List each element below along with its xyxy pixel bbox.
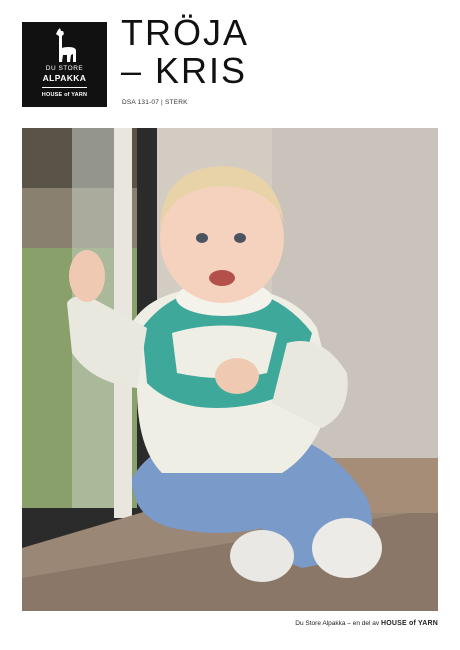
alpaca-icon xyxy=(56,28,76,62)
brand-logo: DU STORE ALPAKKA HOUSE of YARN xyxy=(22,22,107,107)
logo-divider xyxy=(42,87,87,88)
logo-line-du-store: DU STORE xyxy=(45,65,84,72)
logo-line-alpakka: ALPAKKA xyxy=(42,73,87,83)
title-line-2: – KRIS xyxy=(121,50,248,91)
title-line-1: TRÖJA xyxy=(121,12,250,53)
logo-line-house-of-yarn: HOUSE of YARN xyxy=(41,92,88,98)
footer-text: Du Store Alpakka – en del av xyxy=(295,620,380,627)
publisher-footer: Du Store Alpakka – en del av HOUSE of YA… xyxy=(295,620,438,627)
footer-brand: HOUSE of YARN xyxy=(380,620,438,627)
page-title: TRÖJA – KRIS xyxy=(121,14,249,90)
pattern-code: DSA 131-07 | STERK xyxy=(122,99,188,106)
cover-photo xyxy=(22,128,438,611)
